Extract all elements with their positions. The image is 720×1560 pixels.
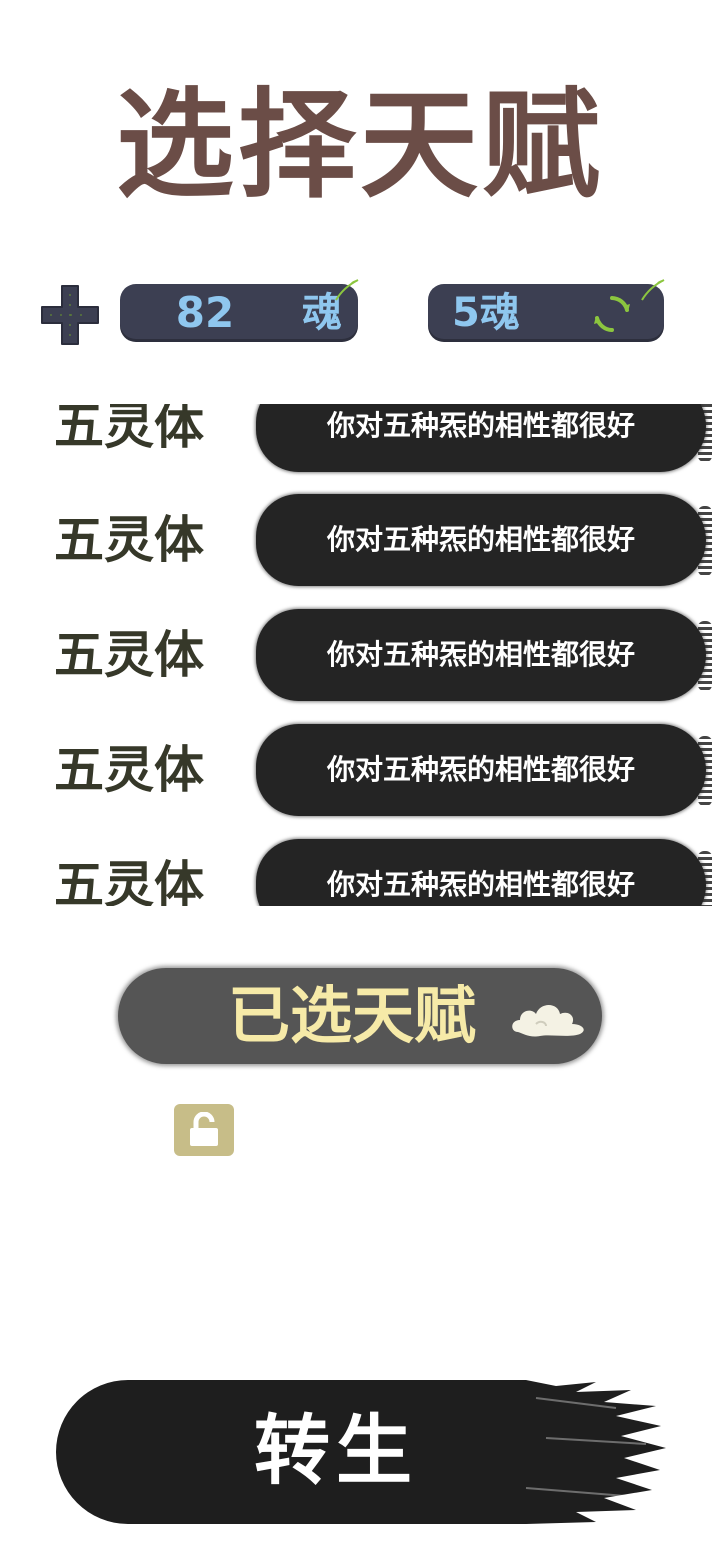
talent-description: 你对五种炁的相性都很好	[256, 839, 712, 906]
talent-option[interactable]: 五灵体 你对五种炁的相性都很好	[0, 404, 720, 474]
leaf-icon	[335, 279, 359, 301]
talent-description: 你对五种炁的相性都很好	[256, 494, 712, 586]
talent-name: 五灵体	[54, 404, 204, 455]
talent-name: 五灵体	[54, 741, 204, 799]
selected-talents-label: 已选天赋	[228, 979, 477, 1052]
page-title: 选择天赋	[115, 76, 604, 214]
unlock-icon	[190, 1112, 218, 1146]
talent-description: 你对五种炁的相性都很好	[256, 404, 712, 472]
talent-option[interactable]: 五灵体 你对五种炁的相性都很好	[0, 722, 720, 818]
talent-option[interactable]: 五灵体 你对五种炁的相性都很好	[0, 837, 720, 906]
plus-icon	[41, 285, 99, 345]
soul-amount: 82	[175, 288, 235, 337]
talent-option[interactable]: 五灵体 你对五种炁的相性都很好	[0, 492, 720, 588]
rebirth-label: 转生	[254, 1406, 418, 1495]
talent-name: 五灵体	[54, 626, 204, 684]
reroll-button[interactable]: 5魂	[428, 279, 665, 342]
talent-description: 你对五种炁的相性都很好	[256, 609, 712, 701]
add-soul-button[interactable]	[40, 284, 100, 346]
soul-counter: 82 魂	[120, 279, 359, 342]
refresh-icon	[594, 296, 630, 332]
cloud-icon	[512, 1005, 584, 1037]
reroll-cost: 5魂	[452, 290, 520, 336]
talent-description: 你对五种炁的相性都很好	[256, 724, 712, 816]
talent-name: 五灵体	[54, 511, 204, 569]
selected-talents-banner: 已选天赋	[118, 968, 602, 1064]
rebirth-button[interactable]: 转生	[56, 1378, 666, 1524]
talent-list[interactable]: 五灵体 你对五种炁的相性都很好 五灵体 你对五种炁的相性都很好 五灵体 你对五种…	[0, 404, 720, 906]
talent-option[interactable]: 五灵体 你对五种炁的相性都很好	[0, 607, 720, 703]
leaf-icon	[641, 279, 665, 301]
talent-name: 五灵体	[54, 856, 204, 906]
talent-slot[interactable]	[174, 1104, 234, 1156]
